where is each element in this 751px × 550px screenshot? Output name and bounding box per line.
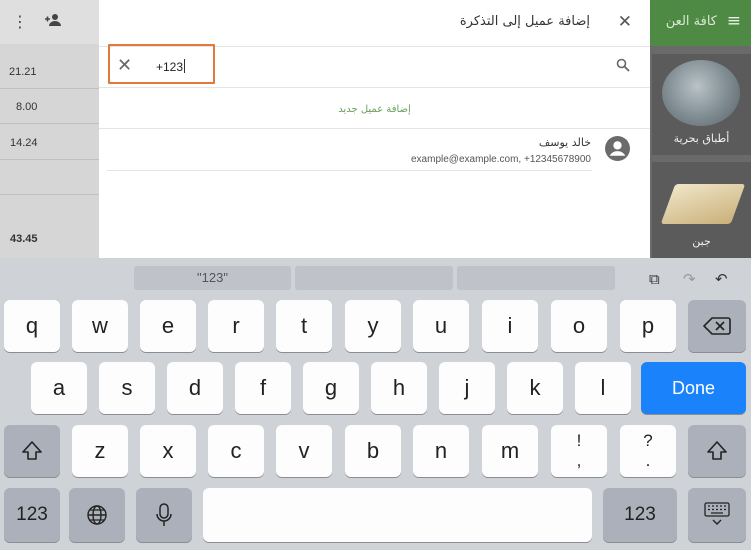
suggestion-3[interactable]: [457, 266, 615, 290]
keyboard-hide-icon: [704, 502, 730, 525]
shift-icon: [707, 441, 727, 460]
space-bar[interactable]: [203, 488, 592, 542]
customer-list-item[interactable]: خالد يوسف example@example.com, +12345678…: [99, 130, 650, 170]
clear-icon[interactable]: ✕: [117, 55, 132, 76]
key-o[interactable]: o: [551, 300, 607, 352]
more-vertical-icon[interactable]: ⋮: [12, 12, 28, 31]
shift-key-right[interactable]: [688, 425, 746, 477]
key-y[interactable]: y: [345, 300, 401, 352]
tile-label: جبن: [692, 235, 711, 248]
receipt-value: 21.21: [9, 66, 37, 78]
search-input-value: +123: [156, 59, 186, 74]
search-icon[interactable]: [616, 58, 630, 72]
key-c[interactable]: c: [208, 425, 264, 477]
key-d[interactable]: d: [167, 362, 223, 414]
key-i[interactable]: i: [482, 300, 538, 352]
key-m[interactable]: m: [482, 425, 538, 477]
key-b[interactable]: b: [345, 425, 401, 477]
key-v[interactable]: v: [276, 425, 332, 477]
close-icon[interactable]: ✕: [618, 12, 632, 32]
key-primary: ?: [643, 431, 653, 450]
key-q[interactable]: q: [4, 300, 60, 352]
numbers-key-right[interactable]: 123: [603, 488, 677, 542]
key-e[interactable]: e: [140, 300, 196, 352]
receipt-panel: 21.21 8.00 14.24 43.45: [0, 44, 100, 258]
done-button[interactable]: Done: [641, 362, 746, 414]
key-h[interactable]: h: [371, 362, 427, 414]
key-n[interactable]: n: [413, 425, 469, 477]
dialog-title: إضافة عميل إلى التذكرة: [459, 14, 590, 29]
key-s[interactable]: s: [99, 362, 155, 414]
key-z[interactable]: z: [72, 425, 128, 477]
onscreen-keyboard: "123" ⧉ ↷ ↶ q w e r t y u i o p a s d f …: [0, 258, 751, 550]
suggestion-1[interactable]: "123": [134, 266, 291, 290]
add-person-icon[interactable]: [44, 12, 62, 31]
receipt-total: 43.45: [10, 233, 38, 245]
suggestion-2[interactable]: [295, 266, 453, 290]
tile-label: أطباق بحرية: [673, 132, 730, 145]
key-u[interactable]: u: [413, 300, 469, 352]
add-customer-dialog: ✕ إضافة عميل إلى التذكرة ✕ +123 إضافة عم…: [99, 0, 650, 258]
seafood-image: [662, 60, 740, 126]
customer-name: خالد يوسف: [538, 136, 591, 149]
undo-icon[interactable]: ↶: [715, 270, 728, 288]
menu-icon[interactable]: ≡: [727, 11, 741, 31]
cheese-image: [660, 184, 746, 224]
shift-icon: [22, 441, 42, 460]
microphone-key[interactable]: [136, 488, 192, 542]
category-tile-seafood[interactable]: أطباق بحرية: [652, 54, 751, 155]
globe-key[interactable]: [69, 488, 125, 542]
app-toolbar: ⋮: [0, 0, 100, 44]
key-primary: !: [576, 431, 582, 450]
avatar-icon: [605, 136, 630, 161]
key-secondary: ,: [576, 451, 582, 470]
backspace-icon: [702, 317, 731, 335]
customer-contact: example@example.com, +12345678900: [411, 154, 591, 165]
app-header: كافة العن ≡: [650, 0, 751, 46]
key-secondary: .: [645, 451, 651, 470]
key-p[interactable]: p: [620, 300, 676, 352]
key-exclamation[interactable]: ! ,: [551, 425, 607, 477]
receipt-value: 14.24: [10, 137, 38, 149]
key-a[interactable]: a: [31, 362, 87, 414]
key-g[interactable]: g: [303, 362, 359, 414]
key-question[interactable]: ? .: [620, 425, 676, 477]
key-f[interactable]: f: [235, 362, 291, 414]
key-t[interactable]: t: [276, 300, 332, 352]
backspace-key[interactable]: [688, 300, 746, 352]
numbers-key-left[interactable]: 123: [4, 488, 60, 542]
globe-icon: [87, 505, 107, 525]
hide-keyboard-key[interactable]: [688, 488, 746, 542]
category-tile-cheese[interactable]: جبن: [652, 162, 751, 258]
add-new-customer-link[interactable]: إضافة عميل جديد: [99, 104, 650, 115]
paste-icon[interactable]: ⧉: [649, 270, 660, 288]
key-l[interactable]: l: [575, 362, 631, 414]
redo-icon[interactable]: ↷: [683, 270, 696, 288]
app-header-title: كافة العن: [665, 14, 717, 29]
key-j[interactable]: j: [439, 362, 495, 414]
key-x[interactable]: x: [140, 425, 196, 477]
key-w[interactable]: w: [72, 300, 128, 352]
key-r[interactable]: r: [208, 300, 264, 352]
customer-search: ✕ +123: [99, 44, 650, 87]
key-k[interactable]: k: [507, 362, 563, 414]
microphone-icon: [156, 503, 172, 526]
shift-key-left[interactable]: [4, 425, 60, 477]
